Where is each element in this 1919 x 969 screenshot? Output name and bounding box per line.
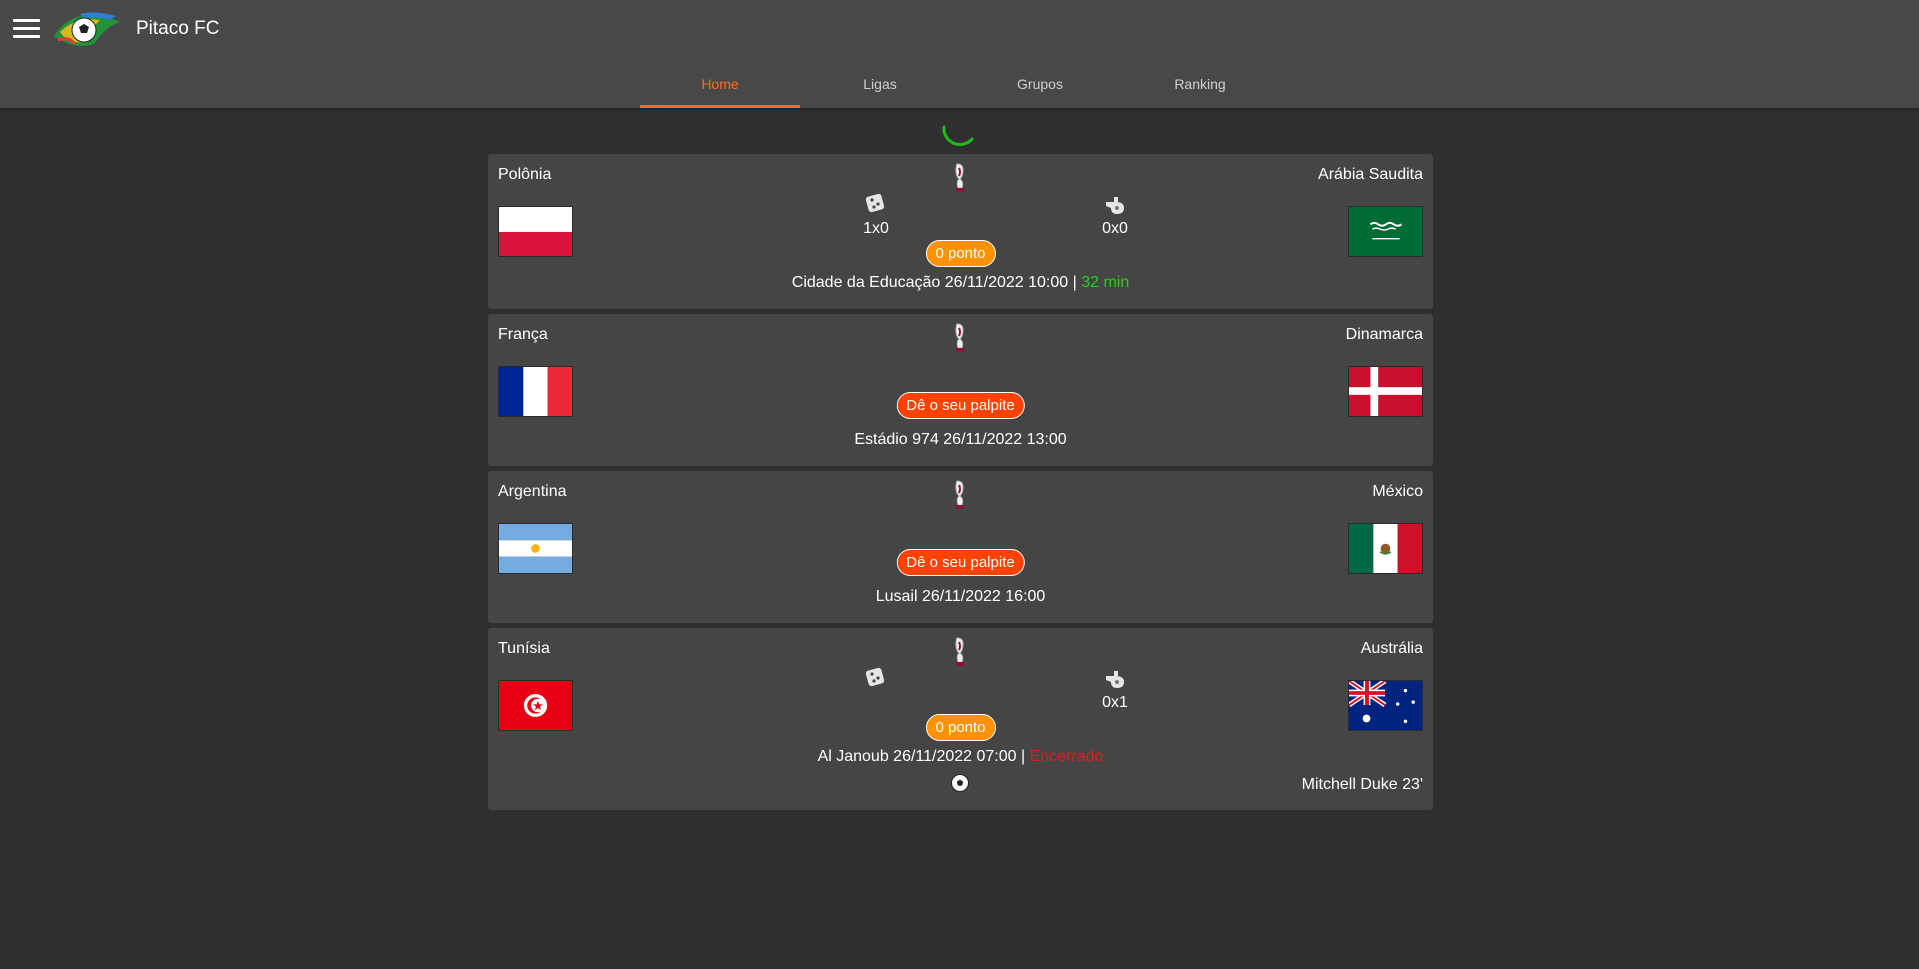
france-flag-icon bbox=[498, 366, 573, 417]
actual-score-value: 0x0 bbox=[1102, 220, 1128, 237]
match-info: Estádio 974 26/11/2022 13:00 bbox=[488, 431, 1433, 449]
tab-ligas[interactable]: Ligas bbox=[800, 60, 960, 108]
whistle-icon bbox=[1106, 197, 1124, 214]
world-cup-trophy-icon bbox=[955, 163, 964, 192]
venue-datetime: Estádio 974 26/11/2022 13:00 bbox=[854, 431, 1067, 448]
argentina-flag-icon bbox=[498, 523, 573, 574]
guess-score-value: 1x0 bbox=[863, 220, 889, 237]
make-prediction-button[interactable]: Dê o seu palpite bbox=[896, 392, 1025, 419]
poland-flag-icon bbox=[498, 206, 573, 257]
loading-spinner-icon bbox=[942, 125, 974, 146]
venue-datetime: Al Janoub 26/11/2022 07:00 bbox=[817, 748, 1017, 765]
away-team-name: Austrália bbox=[1360, 640, 1423, 657]
dice-icon bbox=[865, 667, 885, 687]
world-cup-trophy-icon bbox=[955, 323, 964, 352]
hamburger-menu-icon[interactable] bbox=[13, 19, 40, 41]
main-tabs: Home Ligas Grupos Ranking bbox=[640, 60, 1280, 108]
actual-score-value: 0x1 bbox=[1102, 694, 1128, 711]
actual-score: 0x1 bbox=[1085, 666, 1145, 712]
mexico-flag-icon bbox=[1348, 523, 1423, 574]
app-title: Pitaco FC bbox=[136, 18, 220, 39]
whistle-icon bbox=[1106, 671, 1124, 688]
make-prediction-button[interactable]: Dê o seu palpite bbox=[896, 549, 1025, 576]
tunisia-flag-icon bbox=[498, 680, 573, 731]
home-team-name: Tunísia bbox=[498, 640, 550, 657]
points-badge: 0 ponto bbox=[925, 714, 996, 741]
world-cup-trophy-icon bbox=[955, 637, 964, 666]
match-status: Encerrado bbox=[1029, 748, 1104, 765]
separator: | bbox=[1021, 748, 1026, 765]
match-info: Cidade da Educação 26/11/2022 10:00 | 32… bbox=[488, 274, 1433, 292]
goal-scorer: Mitchell Duke 23' bbox=[1301, 776, 1423, 793]
away-team-name: México bbox=[1372, 483, 1423, 500]
venue-datetime: Cidade da Educação 26/11/2022 10:00 bbox=[791, 274, 1069, 291]
saudi-arabia-flag-icon bbox=[1348, 206, 1423, 257]
home-team-name: Argentina bbox=[498, 483, 567, 500]
soccer-ball-icon bbox=[951, 774, 969, 792]
tab-home[interactable]: Home bbox=[640, 60, 800, 108]
points-badge: 0 ponto bbox=[925, 240, 996, 267]
dice-icon bbox=[865, 193, 885, 213]
away-team-name: Arábia Saudita bbox=[1318, 166, 1423, 183]
away-team-name: Dinamarca bbox=[1345, 326, 1423, 343]
app-bar: Pitaco FC Home Ligas Grupos Ranking bbox=[0, 0, 1919, 108]
match-card[interactable]: França Dinamarca Dê o seu palpite Estádi… bbox=[488, 314, 1433, 466]
australia-flag-icon bbox=[1348, 680, 1423, 731]
match-card[interactable]: Polônia Arábia Saudita 1x0 0x0 0 ponto C… bbox=[488, 154, 1433, 309]
match-info: Al Janoub 26/11/2022 07:00 | Encerrado bbox=[488, 748, 1433, 766]
guess-score bbox=[846, 666, 906, 694]
tab-ranking[interactable]: Ranking bbox=[1120, 60, 1280, 108]
match-card[interactable]: Argentina México Dê o seu palpite Lusail… bbox=[488, 471, 1433, 623]
denmark-flag-icon bbox=[1348, 366, 1423, 417]
home-team-name: França bbox=[498, 326, 548, 343]
app-logo bbox=[54, 12, 120, 46]
match-card[interactable]: Tunísia Austrália 0x1 0 ponto Al Janoub … bbox=[488, 628, 1433, 810]
venue-datetime: Lusail 26/11/2022 16:00 bbox=[875, 588, 1046, 605]
match-status: 32 min bbox=[1081, 274, 1130, 291]
match-info: Lusail 26/11/2022 16:00 bbox=[488, 588, 1433, 606]
separator: | bbox=[1072, 274, 1077, 291]
tab-grupos[interactable]: Grupos bbox=[960, 60, 1120, 108]
home-team-name: Polônia bbox=[498, 166, 552, 183]
world-cup-trophy-icon bbox=[955, 480, 964, 509]
guess-score: 1x0 bbox=[846, 192, 906, 238]
actual-score: 0x0 bbox=[1085, 192, 1145, 238]
